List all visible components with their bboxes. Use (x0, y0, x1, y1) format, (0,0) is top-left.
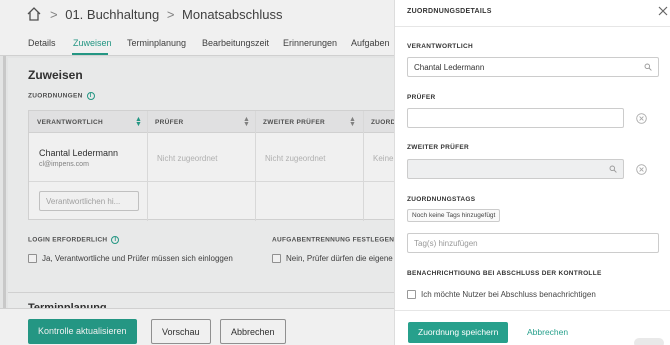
notify-label: BENACHRICHTIGUNG BEI ABSCHLUSS DER KONTR… (407, 270, 602, 277)
clear-reviewer-icon[interactable] (636, 113, 647, 124)
close-icon[interactable] (657, 5, 669, 17)
second-reviewer-field[interactable] (407, 159, 624, 179)
notify-option[interactable]: Ich möchte Nutzer bei Abschluss benachri… (407, 290, 596, 300)
drawer-backdrop[interactable] (0, 0, 394, 345)
drawer-divider (395, 26, 670, 27)
search-icon (644, 63, 652, 71)
assignment-details-drawer: ZUORDNUNGSDETAILS VERANTWORTLICH Chantal… (394, 0, 670, 345)
tags-label: ZUORDNUNGSTAGS (407, 196, 476, 203)
reviewer-label: PRÜFER (407, 94, 436, 101)
notify-checkbox[interactable] (407, 290, 416, 300)
responsible-field[interactable]: Chantal Ledermann (407, 57, 659, 77)
no-tags-chip: Noch keine Tags hinzugefügt (407, 209, 501, 222)
reviewer-field[interactable] (407, 108, 624, 128)
drawer-cancel-link[interactable]: Abbrechen (527, 327, 568, 337)
help-widget[interactable] (634, 338, 664, 345)
save-assignment-button[interactable]: Zuordnung speichern (408, 322, 509, 343)
responsible-label: VERANTWORTLICH (407, 43, 473, 50)
drawer-footer: Zuordnung speichern Abbrechen (395, 310, 670, 345)
drawer-title: ZUORDNUNGSDETAILS (407, 8, 492, 15)
clear-second-reviewer-icon[interactable] (636, 164, 647, 175)
responsible-value: Chantal Ledermann (414, 63, 485, 72)
tags-input[interactable]: Tag(s) hinzufügen (407, 233, 659, 253)
second-reviewer-label: ZWEITER PRÜFER (407, 144, 469, 151)
search-icon (609, 165, 617, 173)
notify-checkbox-label: Ich möchte Nutzer bei Abschluss benachri… (421, 290, 596, 299)
